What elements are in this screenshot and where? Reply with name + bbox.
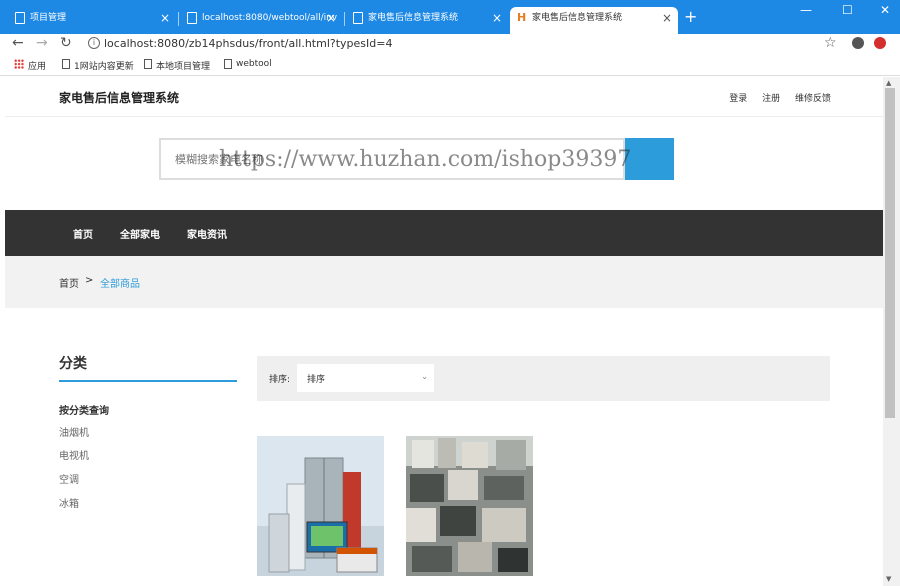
breadcrumb-current[interactable]: 全部商品: [100, 275, 140, 290]
bookmark-local-projects[interactable]: 本地项目管理: [142, 59, 210, 72]
bookmark-star-icon[interactable]: ☆: [824, 35, 837, 51]
close-icon[interactable]: ×: [662, 7, 672, 29]
breadcrumb-home[interactable]: 首页: [59, 275, 79, 290]
bookmark-label: webtool: [236, 59, 272, 69]
page-icon: [187, 12, 197, 24]
tab-title: 家电售后信息管理系统: [532, 13, 623, 23]
minimize-icon[interactable]: —: [800, 3, 812, 17]
nav-appliance-news[interactable]: 家电资讯: [187, 226, 227, 241]
breadcrumb-separator: >: [85, 275, 94, 286]
login-link[interactable]: 登录: [729, 94, 747, 104]
nav-all-appliances[interactable]: 全部家电: [120, 226, 160, 241]
sort-selected-value: 排序: [307, 375, 326, 385]
url-text[interactable]: localhost:8080/zb14phsdus/front/all.html…: [104, 37, 392, 50]
feedback-link[interactable]: 维修反馈: [795, 94, 831, 104]
bookmark-label: 应用: [28, 62, 47, 72]
apps-grid-icon: [14, 59, 24, 69]
main-nav: 首页 全部家电 家电资讯: [5, 210, 883, 256]
site-favicon-icon: H: [517, 11, 527, 24]
bookmark-apps[interactable]: 应用: [14, 59, 46, 72]
sort-select[interactable]: 排序 ⌄: [297, 364, 434, 392]
top-links: 登录 注册 维修反馈: [717, 91, 831, 104]
category-item-range-hood[interactable]: 油烟机: [59, 424, 89, 439]
search-button[interactable]: [625, 138, 674, 180]
page-icon: [144, 59, 152, 69]
extension-icon[interactable]: [874, 37, 886, 49]
category-item-tv[interactable]: 电视机: [59, 447, 89, 462]
forward-arrow-icon[interactable]: →: [36, 35, 48, 51]
info-icon[interactable]: i: [88, 37, 100, 49]
scrollbar-thumb[interactable]: [885, 88, 895, 418]
page-icon: [15, 12, 25, 24]
page-icon: [353, 12, 363, 24]
tab-project-management[interactable]: 项目管理 ×: [8, 7, 176, 34]
bookmark-label: 1网站内容更新: [74, 62, 134, 72]
scroll-up-arrow-icon[interactable]: ▲: [886, 79, 891, 87]
category-title: 分类: [59, 356, 87, 372]
tab-webtool[interactable]: localhost:8080/webtool/all/inv ×: [180, 7, 342, 34]
tab-separator: [344, 12, 345, 26]
product-card-repair[interactable]: [406, 436, 533, 576]
back-arrow-icon[interactable]: ←: [12, 35, 24, 51]
bookmark-site-update[interactable]: 1网站内容更新: [60, 59, 134, 72]
sort-bar: 排序: 排序 ⌄: [257, 356, 830, 401]
tab-appliance-system[interactable]: 家电售后信息管理系统 ×: [346, 7, 508, 34]
maximize-icon[interactable]: ☐: [842, 3, 853, 17]
profile-icon[interactable]: [852, 37, 864, 49]
category-item-fridge[interactable]: 冰箱: [59, 495, 79, 510]
sort-label: 排序:: [269, 375, 291, 385]
close-icon[interactable]: ×: [160, 7, 170, 29]
web-page: 家电售后信息管理系统 登录 注册 维修反馈 首页 全部家电 家电资讯 首页 > …: [5, 77, 883, 586]
product-image-appliances: [257, 436, 384, 576]
search-area: [159, 138, 674, 180]
category-underline: [59, 380, 237, 382]
bookmark-webtool[interactable]: webtool: [222, 59, 272, 69]
product-card-appliances[interactable]: [257, 436, 384, 576]
tab-title: 项目管理: [30, 13, 67, 23]
tab-title: localhost:8080/webtool/all/inv: [202, 13, 338, 23]
chevron-down-icon: ⌄: [421, 372, 428, 381]
browser-toolbar: ← → ↻ i localhost:8080/zb14phsdus/front/…: [0, 34, 900, 54]
site-header: 家电售后信息管理系统 登录 注册 维修反馈: [5, 77, 883, 117]
page-icon: [224, 59, 232, 69]
nav-home[interactable]: 首页: [73, 226, 93, 241]
breadcrumb: 首页 > 全部商品: [5, 256, 883, 308]
reload-icon[interactable]: ↻: [60, 35, 72, 51]
address-bar[interactable]: i localhost:8080/zb14phsdus/front/all.ht…: [82, 34, 840, 54]
tab-title: 家电售后信息管理系统: [368, 13, 459, 23]
window-close-icon[interactable]: ✕: [880, 3, 890, 17]
bookmark-label: 本地项目管理: [156, 62, 211, 72]
search-input[interactable]: [159, 138, 625, 180]
new-tab-icon[interactable]: +: [684, 8, 697, 26]
register-link[interactable]: 注册: [762, 94, 780, 104]
category-item-aircon[interactable]: 空调: [59, 471, 79, 486]
page-icon: [62, 59, 70, 69]
product-image-repair: [406, 436, 533, 576]
site-title: 家电售后信息管理系统: [59, 91, 180, 105]
page-scrollbar[interactable]: ▲ ▼: [883, 77, 900, 586]
close-icon[interactable]: ×: [492, 7, 502, 29]
scroll-down-arrow-icon[interactable]: ▼: [886, 575, 891, 583]
tab-separator: [178, 12, 179, 26]
close-icon[interactable]: ×: [326, 7, 336, 29]
category-heading: 按分类查询: [59, 406, 109, 417]
bookmarks-bar: 应用 1网站内容更新 本地项目管理 webtool: [0, 54, 900, 76]
browser-tabbar: 项目管理 × localhost:8080/webtool/all/inv × …: [0, 0, 900, 34]
tab-appliance-system-active[interactable]: H 家电售后信息管理系统 ×: [510, 7, 678, 34]
